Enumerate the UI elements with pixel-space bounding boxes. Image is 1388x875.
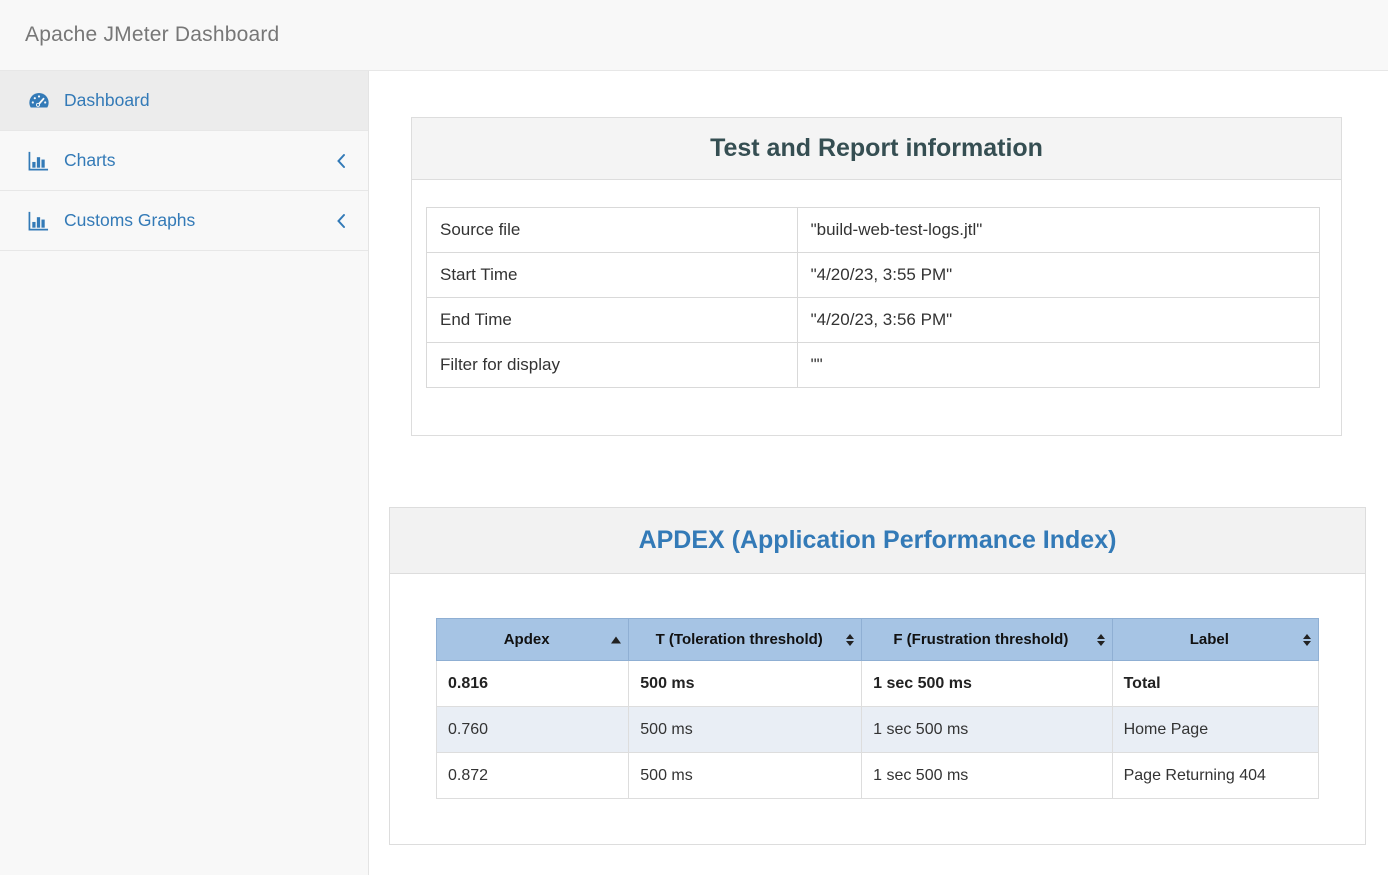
- column-header-label[interactable]: Label: [1112, 619, 1318, 661]
- app-title: Apache JMeter Dashboard: [25, 23, 279, 47]
- column-header-apdex[interactable]: Apdex: [437, 619, 629, 661]
- table-row: 0.760 500 ms 1 sec 500 ms Home Page: [437, 707, 1319, 753]
- info-value: "": [797, 343, 1319, 388]
- frustration-value: 1 sec 500 ms: [862, 661, 1112, 707]
- table-row: 0.816 500 ms 1 sec 500 ms Total: [437, 661, 1319, 707]
- tachometer-icon: [28, 90, 52, 112]
- table-row: Filter for display "": [427, 343, 1320, 388]
- table-row: Start Time "4/20/23, 3:55 PM": [427, 253, 1320, 298]
- toleration-value: 500 ms: [629, 753, 862, 799]
- bar-chart-icon: [28, 150, 52, 172]
- chevron-left-icon: [336, 213, 346, 229]
- frustration-value: 1 sec 500 ms: [862, 753, 1112, 799]
- sort-both-icon: [1097, 634, 1105, 646]
- info-value: "4/20/23, 3:56 PM": [797, 298, 1319, 343]
- info-label: Filter for display: [427, 343, 798, 388]
- table-row: End Time "4/20/23, 3:56 PM": [427, 298, 1320, 343]
- apdex-value: 0.872: [437, 753, 629, 799]
- sidebar: Dashboard Charts: [0, 71, 369, 875]
- apdex-panel-body: Apdex T (Toleration threshold) F (Frustr…: [390, 574, 1365, 844]
- info-label: End Time: [427, 298, 798, 343]
- apdex-table: Apdex T (Toleration threshold) F (Frustr…: [436, 618, 1319, 799]
- label-value: Home Page: [1112, 707, 1318, 753]
- sidebar-item-label: Customs Graphs: [64, 210, 195, 231]
- test-info-table: Source file "build-web-test-logs.jtl" St…: [426, 207, 1320, 388]
- column-header-toleration[interactable]: T (Toleration threshold): [629, 619, 862, 661]
- test-info-panel-body: Source file "build-web-test-logs.jtl" St…: [412, 180, 1341, 435]
- info-label: Start Time: [427, 253, 798, 298]
- sidebar-item-label: Charts: [64, 150, 116, 171]
- test-info-panel-header: Test and Report information: [412, 118, 1341, 180]
- info-value: "build-web-test-logs.jtl": [797, 208, 1319, 253]
- sort-both-icon: [1303, 634, 1311, 646]
- frustration-value: 1 sec 500 ms: [862, 707, 1112, 753]
- chevron-left-icon: [336, 153, 346, 169]
- apdex-header-row: Apdex T (Toleration threshold) F (Frustr…: [437, 619, 1319, 661]
- info-value: "4/20/23, 3:55 PM": [797, 253, 1319, 298]
- topbar: Apache JMeter Dashboard: [0, 0, 1388, 71]
- sidebar-item-customs-graphs[interactable]: Customs Graphs: [0, 191, 368, 251]
- toleration-value: 500 ms: [629, 661, 862, 707]
- sort-asc-icon: [611, 636, 621, 643]
- table-row: Source file "build-web-test-logs.jtl": [427, 208, 1320, 253]
- test-info-title: Test and Report information: [710, 134, 1043, 163]
- apdex-title: APDEX (Application Performance Index): [639, 526, 1117, 555]
- info-label: Source file: [427, 208, 798, 253]
- bar-chart-icon: [28, 210, 52, 232]
- toleration-value: 500 ms: [629, 707, 862, 753]
- sidebar-item-dashboard[interactable]: Dashboard: [0, 71, 368, 131]
- column-header-frustration[interactable]: F (Frustration threshold): [862, 619, 1112, 661]
- apdex-value: 0.816: [437, 661, 629, 707]
- label-value: Page Returning 404: [1112, 753, 1318, 799]
- test-info-panel: Test and Report information Source file …: [411, 117, 1342, 436]
- apdex-panel-header: APDEX (Application Performance Index): [390, 508, 1365, 574]
- sidebar-item-charts[interactable]: Charts: [0, 131, 368, 191]
- apdex-value: 0.760: [437, 707, 629, 753]
- label-value: Total: [1112, 661, 1318, 707]
- main-content: Test and Report information Source file …: [369, 71, 1388, 875]
- apdex-panel: APDEX (Application Performance Index) Ap…: [389, 507, 1366, 845]
- sort-both-icon: [846, 634, 854, 646]
- table-row: 0.872 500 ms 1 sec 500 ms Page Returning…: [437, 753, 1319, 799]
- sidebar-item-label: Dashboard: [64, 90, 150, 111]
